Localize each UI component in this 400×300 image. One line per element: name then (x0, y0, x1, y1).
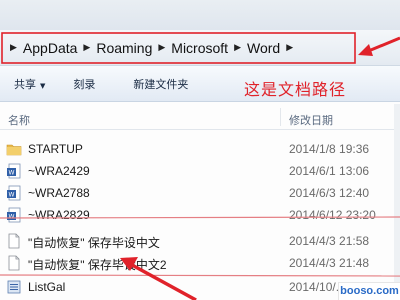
breadcrumb-appdata[interactable]: AppData (23, 40, 77, 56)
svg-text:W: W (9, 170, 15, 177)
column-divider[interactable] (280, 108, 281, 126)
vertical-scrollbar[interactable] (394, 104, 400, 294)
burn-button[interactable]: 刻录 (73, 76, 95, 92)
name-column-header[interactable]: 名称 (8, 112, 30, 128)
address-bar[interactable]: ▶ AppData ▶ Roaming ▶ Microsoft ▶ Word ▶ (0, 30, 400, 66)
file-row[interactable]: "自动恢复" 保存毕设中文2 2014/4/3 21:48 (0, 252, 400, 274)
blank-file-icon (8, 233, 20, 249)
file-modified-date: 2014/4/3 21:58 (289, 234, 370, 248)
column-header-row: 名称 修改日期 (0, 104, 400, 130)
chevron-right-icon[interactable]: ▶ (234, 42, 241, 53)
word-document-icon: W (7, 185, 21, 201)
watermark: booso.com (338, 282, 400, 300)
path-annotation-label: 这是文档路径 (244, 80, 347, 99)
file-modified-date: 2014/1/8 19:36 (289, 142, 370, 156)
file-modified-date: 2014/6/1 13:06 (289, 164, 370, 178)
file-row[interactable]: W ~WRA2829 2014/6/12 23:20 (0, 204, 400, 226)
modified-date-column-header[interactable]: 修改日期 (289, 112, 333, 128)
file-row[interactable]: STARTUP 2014/1/8 19:36 (0, 138, 400, 160)
file-row[interactable]: W ~WRA2788 2014/6/3 12:40 (0, 182, 400, 204)
window-top-strip (0, 0, 400, 30)
file-name: ListGal (28, 280, 66, 294)
chevron-right-icon[interactable]: ▶ (158, 42, 165, 53)
file-name: "自动恢复" 保存毕设中文 (28, 236, 160, 250)
file-row[interactable]: "自动恢复" 保存毕设中文 2014/4/3 21:58 (0, 230, 400, 252)
file-modified-date: 2014/6/12 23:20 (289, 208, 376, 222)
breadcrumb-roaming[interactable]: Roaming (96, 40, 152, 56)
file-modified-date: 2014/6/3 12:40 (289, 186, 370, 200)
svg-text:W: W (9, 214, 15, 221)
svg-text:W: W (9, 192, 15, 199)
file-row[interactable]: W ~WRA2429 2014/6/1 13:06 (0, 160, 400, 182)
file-name: STARTUP (28, 142, 83, 156)
list-file-icon (7, 280, 21, 294)
breadcrumb-word[interactable]: Word (247, 40, 280, 56)
blank-file-icon (8, 255, 20, 271)
file-name: ~WRA2429 (28, 164, 90, 178)
caret-down-icon: ▼ (40, 81, 46, 90)
word-document-icon: W (7, 207, 21, 223)
word-document-icon: W (7, 163, 21, 179)
share-label: 共享 (14, 77, 36, 91)
file-name: "自动恢复" 保存毕设中文2 (28, 258, 167, 272)
chevron-right-icon[interactable]: ▶ (83, 42, 90, 53)
folder-icon (6, 144, 22, 156)
share-button[interactable]: 共享 ▼ (14, 76, 45, 92)
chevron-right-icon[interactable]: ▶ (286, 42, 293, 53)
file-name: ~WRA2788 (28, 186, 90, 200)
file-name: ~WRA2829 (28, 208, 90, 222)
breadcrumb-microsoft[interactable]: Microsoft (171, 40, 228, 56)
file-modified-date: 2014/4/3 21:48 (289, 256, 370, 270)
new-folder-button[interactable]: 新建文件夹 (133, 76, 188, 92)
chevron-right-icon: ▶ (10, 42, 17, 52)
